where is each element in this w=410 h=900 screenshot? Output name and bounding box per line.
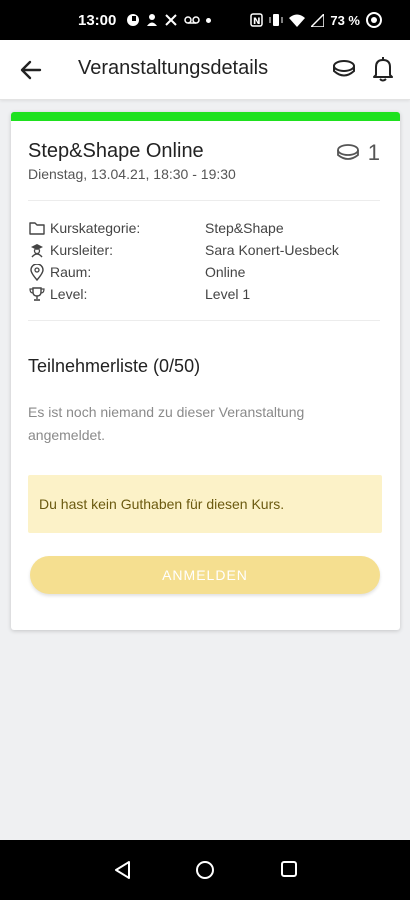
no-credit-alert: Du hast kein Guthaben für diesen Kurs. xyxy=(28,475,382,533)
signal-icon xyxy=(311,13,325,27)
trophy-icon xyxy=(28,285,46,303)
notification-icon xyxy=(127,14,140,26)
nfc-icon: N xyxy=(250,13,264,27)
divider xyxy=(28,320,380,321)
nav-home-icon[interactable] xyxy=(195,860,215,880)
coin-icon[interactable] xyxy=(332,58,356,80)
detail-label: Kursleiter: xyxy=(50,242,114,258)
detail-value: Sara Konert-Uesbeck xyxy=(205,242,339,258)
nav-recents-icon[interactable] xyxy=(280,860,298,878)
participant-list-title: Teilnehmerliste (0/50) xyxy=(28,356,201,376)
event-card: Step&Shape Online Dienstag, 13.04.21, 18… xyxy=(11,112,400,630)
system-nav-bar xyxy=(0,840,410,900)
status-bar: 13:00 N 73 % xyxy=(0,0,410,40)
coin-icon xyxy=(336,144,359,160)
vibrate-icon xyxy=(269,14,283,26)
detail-value: Online xyxy=(205,264,246,280)
credits-value: 1 xyxy=(367,140,380,165)
more-notifications-dot xyxy=(206,17,212,23)
register-button[interactable]: ANMELDEN xyxy=(30,556,380,594)
participant-list-empty-text: Es ist noch niemand zu dieser Veranstalt… xyxy=(28,404,305,443)
battery-text: 73 % xyxy=(330,12,360,28)
wifi-icon xyxy=(289,14,306,27)
event-date: Dienstag, 13.04.21, 18:30 - 19:30 xyxy=(28,166,236,182)
location-pin-icon xyxy=(28,263,46,281)
notification-icons xyxy=(126,13,212,27)
event-credits: 1 xyxy=(336,140,380,166)
detail-label: Kurskategorie: xyxy=(50,220,141,236)
event-title: Step&Shape Online xyxy=(28,140,204,162)
app-bar: Veranstaltungsdetails xyxy=(0,40,410,100)
network-icon xyxy=(165,14,178,26)
instructor-icon xyxy=(28,241,46,259)
detail-row-category: Kurskategorie: Step&Shape xyxy=(28,218,284,238)
detail-label: Raum: xyxy=(50,264,92,280)
alert-text: Du hast kein Guthaben für diesen Kurs. xyxy=(39,496,285,512)
back-arrow-icon[interactable] xyxy=(18,57,44,83)
system-icons: N 73 % xyxy=(250,12,382,28)
event-color-bar xyxy=(11,112,400,121)
detail-label: Level: xyxy=(50,286,88,302)
page-title: Veranstaltungsdetails xyxy=(78,57,269,79)
voicemail-icon xyxy=(184,16,201,24)
folder-icon xyxy=(28,219,46,237)
detail-row-room: Raum: Online xyxy=(28,262,245,282)
bell-icon[interactable] xyxy=(372,56,394,82)
battery-icon xyxy=(366,12,382,28)
person-icon xyxy=(147,14,158,26)
detail-row-instructor: Kursleiter: Sara Konert-Uesbeck xyxy=(28,240,339,260)
divider xyxy=(28,200,380,201)
detail-value: Level 1 xyxy=(205,286,251,302)
nav-back-icon[interactable] xyxy=(113,860,131,880)
status-time: 13:00 xyxy=(78,11,117,29)
svg-text:N: N xyxy=(253,17,261,27)
detail-row-level: Level: Level 1 xyxy=(28,284,250,304)
detail-value: Step&Shape xyxy=(205,220,284,236)
